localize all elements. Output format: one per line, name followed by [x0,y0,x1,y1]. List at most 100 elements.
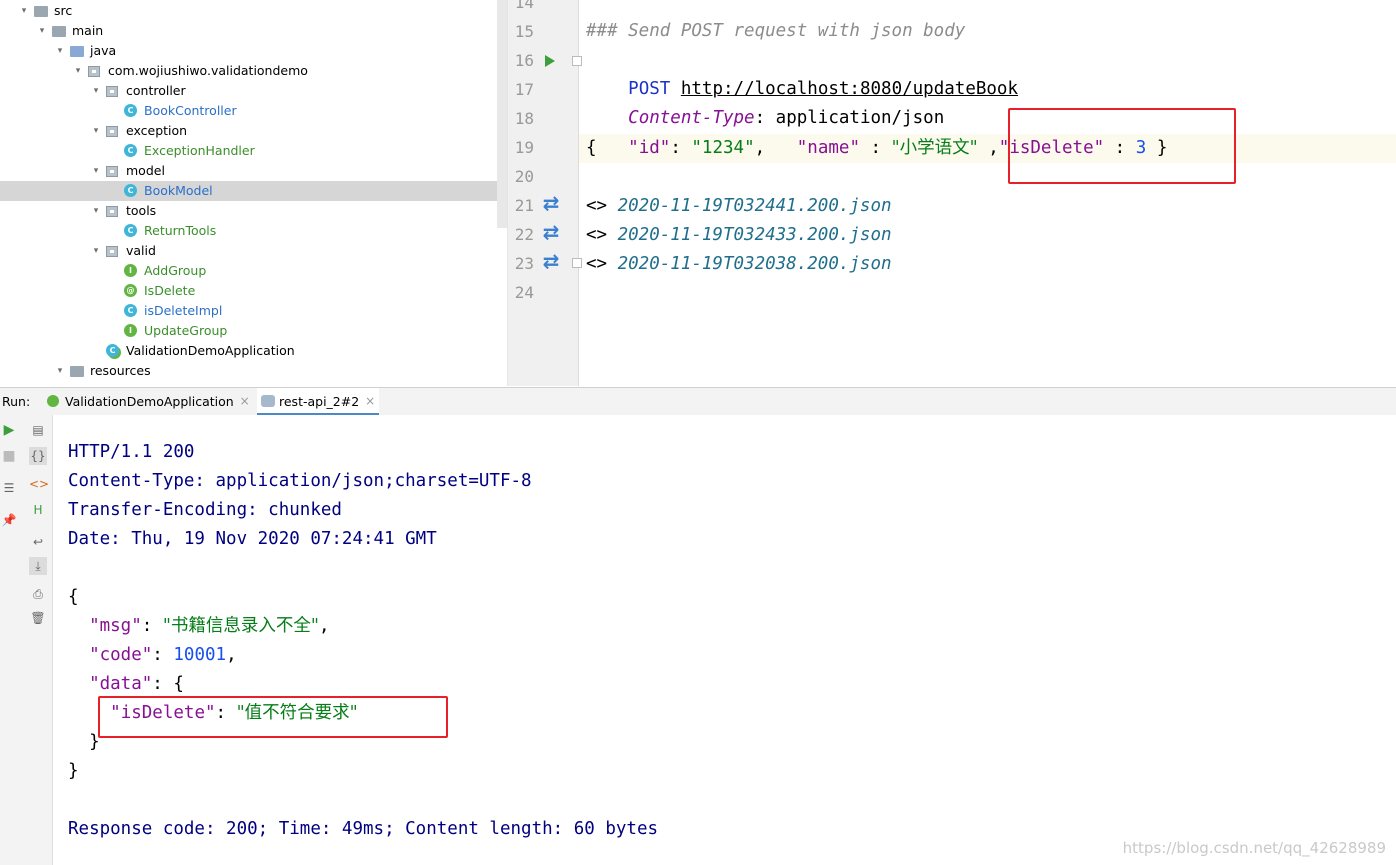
tree-item-label: UpdateGroup [144,323,228,338]
project-tree: ▾ src ▾ main ▾ java ▾ com.wojiushiwo.validation… [0,0,508,386]
tree-item-src[interactable]: ▾ src [0,1,507,21]
chevron-down-icon[interactable]: ▾ [18,1,30,21]
response-body-close: } [68,761,79,781]
fold-marker-icon[interactable] [572,258,582,268]
tree-item-addgroup[interactable]: I AddGroup [0,261,507,281]
tree-item-returntools[interactable]: C ReturnTools [0,221,507,241]
tree-item-resources[interactable]: ▾ resources [0,361,507,381]
chevron-down-icon[interactable]: ▾ [90,201,102,221]
body-key-id: "id" [628,138,671,158]
tab-label: rest-api_2#2 [279,394,360,409]
response-history-line[interactable]: <> 2020-11-19T032038.200.json [586,250,892,279]
history-file-link[interactable]: 2020-11-19T032038.200.json [618,254,892,274]
response-status: HTTP/1.1 200 [68,442,195,462]
xml-view-icon[interactable]: <> [29,475,49,493]
history-file-link[interactable]: 2020-11-19T032441.200.json [618,196,892,216]
package-icon [106,86,118,97]
annotation-box-response [98,696,448,738]
print-icon[interactable]: ⎙ [29,585,47,603]
document-icon[interactable]: ▤ [29,421,47,439]
api-icon [261,395,275,407]
pin-icon[interactable]: 📌 [0,511,18,529]
json-key: "code" [89,645,153,665]
tree-item-exceptionhandler[interactable]: C ExceptionHandler [0,141,507,161]
tree-item-controller[interactable]: ▾ controller [0,81,507,101]
body-sep: , [977,138,999,158]
tree-item-isdeleteimpl[interactable]: CisDeleteImpl [0,301,507,321]
html-view-icon[interactable]: H [29,501,47,519]
package-icon [106,126,118,137]
tree-scrollbar[interactable] [497,0,507,228]
tab-label: ValidationDemoApplication [65,394,234,409]
json-number: 10001 [173,645,227,665]
fold-marker-icon[interactable] [572,56,582,66]
chevron-down-icon[interactable]: ▾ [90,81,102,101]
json-key: "data" [89,674,153,694]
response-history-line[interactable]: <> 2020-11-19T032433.200.json [586,221,892,250]
tree-item-label: ExceptionHandler [144,143,255,158]
scroll-to-end-icon[interactable]: ⤓ [29,557,47,575]
tree-item-model[interactable]: ▾ model [0,161,507,181]
tree-item-label: resources [90,363,151,378]
response-header: Date: Thu, 19 Nov 2020 07:24:41 GMT [68,529,437,549]
body-sep: , [754,138,797,158]
chevron-down-icon[interactable]: ▾ [36,21,48,41]
trash-icon[interactable]: 🗑 [29,609,47,627]
tree-item-label: src [54,3,73,18]
rerun-icon[interactable]: ▶ [0,421,18,439]
response-summary: Response code: 200; Time: 49ms; Content … [68,819,659,839]
chevron-down-icon[interactable]: ▾ [54,361,66,381]
package-icon [88,66,100,77]
http-request-editor[interactable]: 14 15 16 17 18 19 20 21 22 23 24 ⇄ ⇄ ⇄ ### Send POST … [508,0,1396,386]
tree-item-bookcontroller[interactable]: C BookController [0,101,507,121]
soft-wrap-icon[interactable]: ↩ [29,533,47,551]
history-file-link[interactable]: 2020-11-19T032433.200.json [618,225,892,245]
chevron-down-icon[interactable]: ▾ [54,41,66,61]
tree-item-isdelete[interactable]: @ IsDelete [0,281,507,301]
line-number: 15 [514,22,534,41]
resources-folder-icon [70,366,84,377]
tree-item-valid[interactable]: ▾ valid [0,241,507,261]
json-key: "msg" [89,616,142,636]
tree-item-tools[interactable]: ▾ tools [0,201,507,221]
stop-icon[interactable]: ■ [0,447,18,465]
close-icon[interactable]: × [365,388,375,415]
tree-item-updategroup[interactable]: I UpdateGroup [0,321,507,341]
tree-item-main[interactable]: ▾ main [0,21,507,41]
tree-item-label: valid [126,243,156,258]
watermark: https://blog.csdn.net/qq_42628989 [1122,839,1386,857]
chevron-down-icon[interactable]: ▾ [90,241,102,261]
chevron-down-icon[interactable]: ▾ [90,161,102,181]
tree-item-com-wojiushiwo-validationdemo[interactable]: ▾ com.wojiushiwo.validationdemo [0,61,507,81]
chevron-down-icon[interactable]: ▾ [72,61,84,81]
tree-item-label: AddGroup [144,263,207,278]
json-view-icon[interactable]: {} [29,447,47,465]
spring-app-icon: C [106,344,119,357]
line-number: 16 [514,51,534,70]
tree-item-bookmodel[interactable]: C BookModel [0,181,507,201]
compare-response-icon[interactable]: ⇄ [540,192,562,214]
tab-validation-demo-application[interactable]: ValidationDemoApplication × [43,388,254,415]
tab-rest-api[interactable]: rest-api_2#2 × [257,388,380,416]
body-value-id: "1234" [691,138,755,158]
chevron-down-icon[interactable]: ▾ [90,121,102,141]
line-number: 18 [514,109,534,128]
layout-icon[interactable]: ☰ [0,479,18,497]
package-icon [106,206,118,217]
run-request-icon[interactable] [545,55,555,67]
close-icon[interactable]: × [240,388,250,415]
header-line[interactable]: Content-Type: application/json [586,75,944,128]
request-line[interactable]: POST http://localhost:8080/updateBook [586,46,1018,99]
tree-item-java[interactable]: ▾ java [0,41,507,61]
run-side-toolbar: ▶ ■ ☰ 📌 ▤ {} <> H ↩ ⤓ ⎙ 🗑 [0,415,53,865]
tree-item-exception[interactable]: ▾ exception [0,121,507,141]
tree-item-label: tools [126,203,157,218]
line-number: 19 [514,138,534,157]
compare-response-icon[interactable]: ⇄ [540,221,562,243]
compare-response-icon[interactable]: ⇄ [540,250,562,272]
response-inner-close: } [68,728,100,757]
annotation-box-request [1008,108,1236,184]
response-history-line[interactable]: <> 2020-11-19T032441.200.json [586,192,892,221]
tree-item-validationdemoapplication[interactable]: C ValidationDemoApplication [0,341,507,361]
header-value: : application/json [754,108,945,128]
